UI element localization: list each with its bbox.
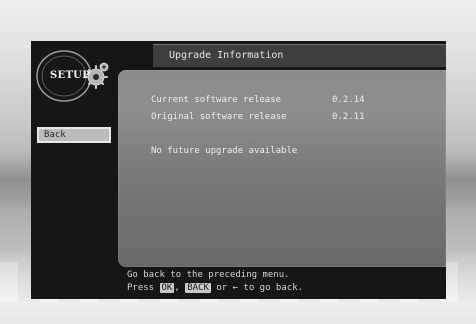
help-line-1: Go back to the preceding menu.: [127, 270, 290, 280]
current-release-value: 0.2.14: [332, 95, 365, 105]
left-arrow-icon: ←: [232, 283, 238, 293]
current-release-label: Current software release: [151, 95, 282, 105]
original-release-value: 0.2.11: [332, 112, 365, 122]
help-line-2: Press OK, BACK or ← to go back.: [127, 283, 303, 293]
info-panel: Current software release 0.2.14 Original…: [118, 70, 446, 267]
help-press-text: Press: [127, 283, 155, 293]
setup-logo-text: SETUP: [50, 70, 91, 81]
page-title: Upgrade Information: [169, 50, 284, 61]
ok-key-badge: OK: [159, 283, 175, 293]
original-release-label: Original software release: [151, 112, 287, 122]
help-or-text: or: [216, 283, 228, 293]
setup-logo: SETUP: [34, 47, 118, 105]
help-tail-text: to go back.: [243, 283, 304, 293]
back-key-badge: BACK: [185, 283, 211, 293]
upgrade-status: No future upgrade available: [151, 146, 298, 156]
title-bar: Upgrade Information: [153, 44, 446, 67]
upgrade-information-screen: { "menu": { "logo_label": "SETUP", "back…: [0, 0, 476, 324]
back-button[interactable]: Back: [37, 127, 111, 143]
help-separator: ,: [174, 283, 180, 293]
